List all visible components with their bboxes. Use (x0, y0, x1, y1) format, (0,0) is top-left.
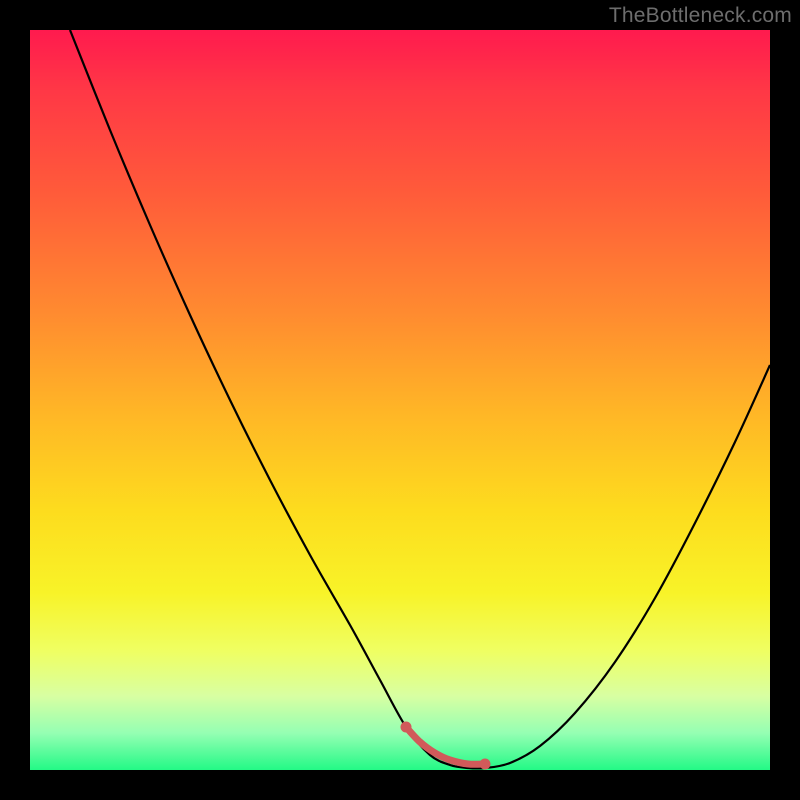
bottleneck-curve (70, 30, 770, 768)
chart-container (30, 30, 770, 770)
highlight-end-dot (480, 759, 491, 770)
highlight-bowl (406, 727, 485, 764)
highlight-dot (417, 739, 424, 746)
chart-svg (30, 30, 770, 770)
highlight-dot (465, 761, 472, 768)
highlight-dot (447, 757, 454, 764)
highlight-dot (432, 750, 439, 757)
watermark-text: TheBottleneck.com (609, 4, 792, 28)
highlight-end-dot (401, 722, 412, 733)
